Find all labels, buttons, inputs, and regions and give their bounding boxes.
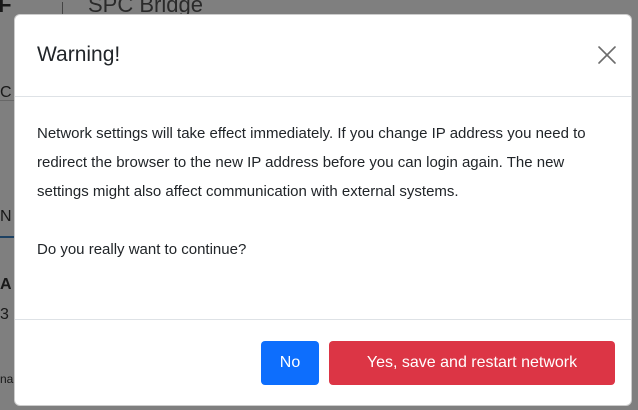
page: IF SPC Bridge C N A 3 na Warning! Networ…	[0, 0, 638, 410]
confirm-question: Do you really want to continue?	[37, 241, 247, 258]
no-button[interactable]: No	[261, 341, 319, 385]
dialog-header: Warning!	[15, 15, 631, 97]
save-and-restart-button[interactable]: Yes, save and restart network	[329, 341, 615, 385]
warning-message: Network settings will take effect immedi…	[37, 125, 586, 200]
close-icon	[598, 46, 616, 64]
dialog-body: Network settings will take effect immedi…	[37, 119, 609, 264]
dialog-footer-divider	[15, 319, 631, 320]
close-button[interactable]	[593, 41, 621, 69]
dialog-title: Warning!	[37, 43, 121, 66]
warning-dialog: Warning! Network settings will take effe…	[14, 14, 632, 406]
